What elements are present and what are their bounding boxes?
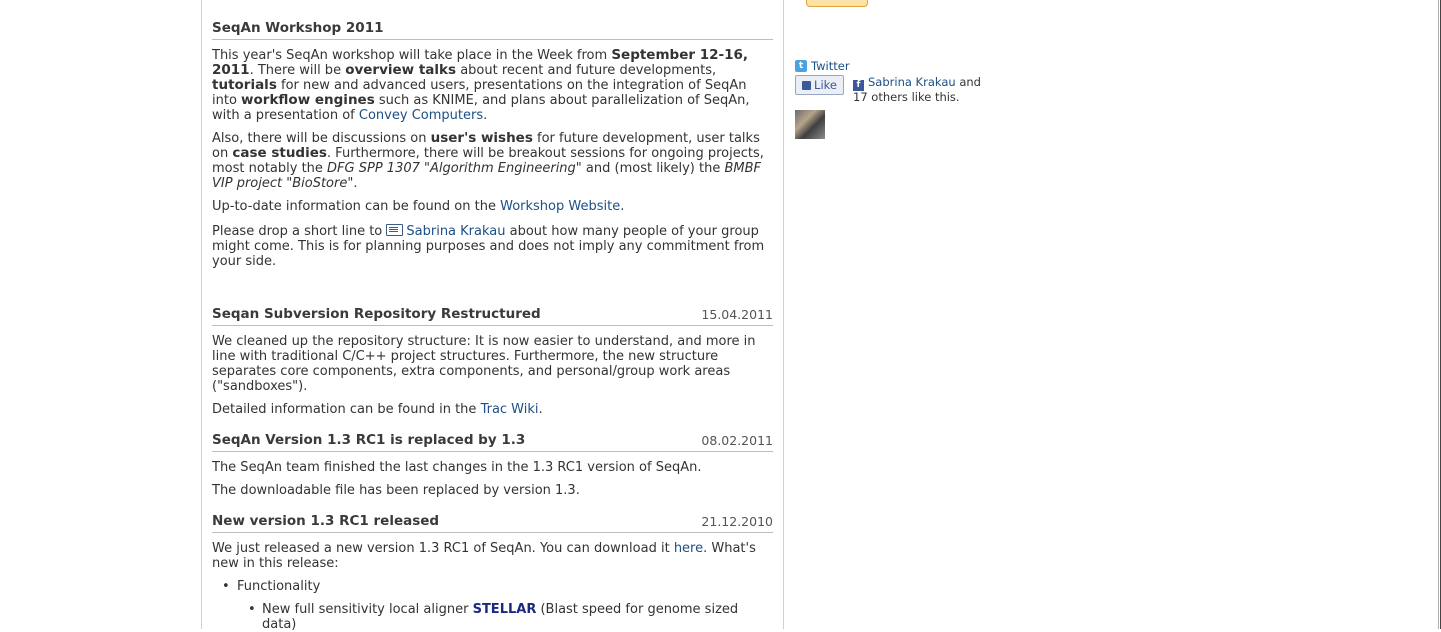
- news-date: 15.04.2011: [701, 307, 773, 322]
- news-title: New version 1.3 RC1 released: [212, 513, 440, 529]
- trac-wiki-link[interactable]: Trac Wiki: [481, 402, 539, 417]
- news-date: 08.02.2011: [701, 433, 773, 448]
- news-date: 21.12.2010: [701, 514, 773, 529]
- news-item-workshop: SeqAn Workshop 2011 This year's SeqAn wo…: [212, 21, 773, 269]
- workshop-website-link[interactable]: Workshop Website: [500, 199, 620, 214]
- thumbs-up-icon: [802, 80, 812, 90]
- news-paragraph: We just released a new version 1.3 RC1 o…: [212, 541, 756, 571]
- news-header: New version 1.3 RC1 released 21.12.2010: [212, 514, 773, 533]
- workshop-paragraph-4: Please drop a short line to Sabrina Krak…: [212, 224, 765, 269]
- content-border-divider: [783, 0, 784, 629]
- news-title: Seqan Subversion Repository Restructured: [212, 306, 541, 322]
- download-here-link[interactable]: here: [674, 541, 703, 556]
- window-border-right: [1438, 0, 1439, 629]
- like-label: Like: [814, 78, 837, 92]
- news-title: SeqAn Workshop 2011: [212, 20, 384, 36]
- facebook-user-link[interactable]: Sabrina Krakau: [868, 75, 956, 89]
- news-item-release-1-3: SeqAn Version 1.3 RC1 is replaced by 1.3…: [212, 433, 773, 498]
- facebook-like-button[interactable]: Like: [795, 75, 844, 95]
- facebook-like-text: f Sabrina Krakau and 17 others like this.: [853, 75, 981, 104]
- top-orange-button[interactable]: [806, 0, 868, 7]
- list-item: Functionality: [212, 579, 773, 594]
- news-header: SeqAn Version 1.3 RC1 is replaced by 1.3…: [212, 433, 773, 452]
- news-header: SeqAn Workshop 2011: [212, 21, 773, 40]
- news-title: SeqAn Version 1.3 RC1 is replaced by 1.3: [212, 432, 526, 448]
- stellar-link[interactable]: STELLAR: [473, 602, 537, 617]
- mail-icon: [386, 224, 404, 236]
- content-border-left: [201, 0, 202, 629]
- news-item-release-rc1: New version 1.3 RC1 released 21.12.2010 …: [212, 514, 773, 632]
- workshop-paragraph-2: Also, there will be discussions on user'…: [212, 130, 764, 192]
- twitter-label[interactable]: Twitter: [811, 59, 850, 73]
- twitter-icon: t: [795, 60, 807, 72]
- workshop-paragraph-1: This year's SeqAn workshop will take pla…: [212, 47, 750, 124]
- list-item: New full sensitivity local aligner STELL…: [212, 602, 773, 632]
- news-paragraph: The downloadable file has been replaced …: [212, 483, 580, 498]
- twitter-link[interactable]: t Twitter: [795, 59, 850, 73]
- facebook-icon: f: [853, 80, 864, 91]
- news-item-subversion: Seqan Subversion Repository Restructured…: [212, 307, 773, 417]
- mail-sabrina-link[interactable]: Sabrina Krakau: [386, 224, 506, 239]
- news-paragraph: We cleaned up the repository structure: …: [212, 334, 756, 394]
- workshop-paragraph-3: Up-to-date information can be found on t…: [212, 199, 625, 214]
- news-paragraph: Detailed information can be found in the…: [212, 402, 543, 417]
- avatar[interactable]: [795, 110, 825, 139]
- news-paragraph: The SeqAn team finished the last changes…: [212, 460, 702, 475]
- news-header: Seqan Subversion Repository Restructured…: [212, 307, 773, 326]
- convey-computers-link[interactable]: Convey Computers: [359, 108, 483, 123]
- release-feature-list: Functionality New full sensitivity local…: [212, 579, 773, 632]
